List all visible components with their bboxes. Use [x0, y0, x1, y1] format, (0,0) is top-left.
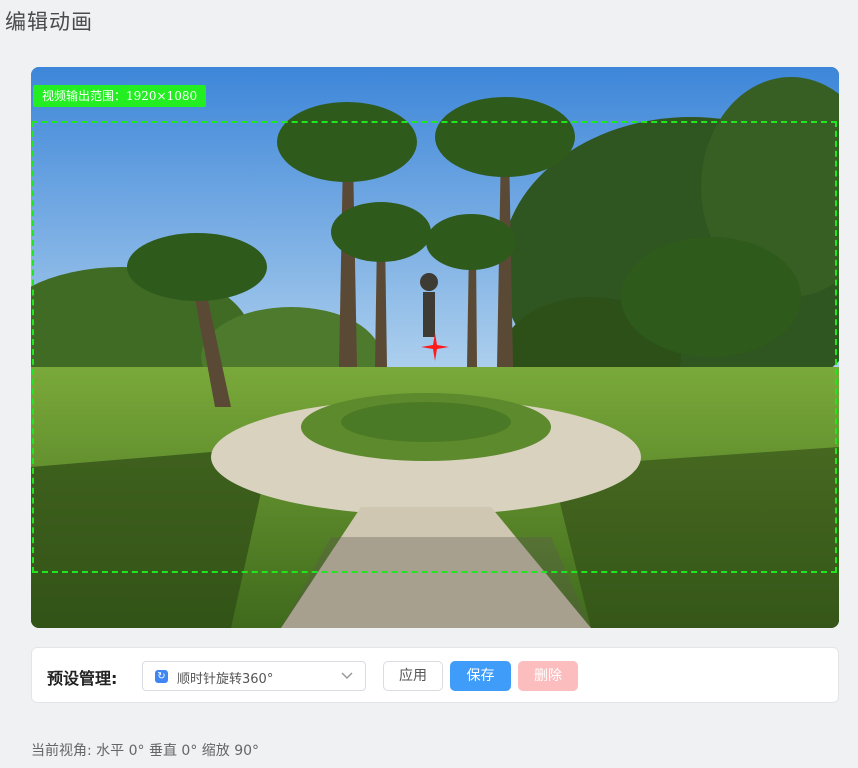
page-title: 编辑动画 [5, 10, 93, 34]
save-button[interactable]: 保存 [450, 661, 511, 691]
panorama-viewer[interactable]: 视频输出范围：1920×1080 [31, 67, 839, 628]
current-view-status: 当前视角: 水平 0° 垂直 0° 缩放 90° [31, 743, 260, 759]
chevron-down-icon [341, 672, 353, 680]
delete-button[interactable]: 删除 [518, 661, 578, 691]
crosshair-icon [421, 333, 449, 361]
preset-select-value: 顺时针旋转360° [177, 672, 274, 687]
rotate-icon: ↻ [155, 670, 168, 683]
preset-select[interactable]: ↻ 顺时针旋转360° [142, 661, 366, 691]
output-range-label: 视频输出范围：1920×1080 [33, 85, 207, 107]
preset-bar: 预设管理: ↻ 顺时针旋转360° 应用 保存 删除 [31, 647, 839, 703]
apply-button[interactable]: 应用 [383, 661, 443, 691]
preset-label: 预设管理: [47, 669, 118, 688]
